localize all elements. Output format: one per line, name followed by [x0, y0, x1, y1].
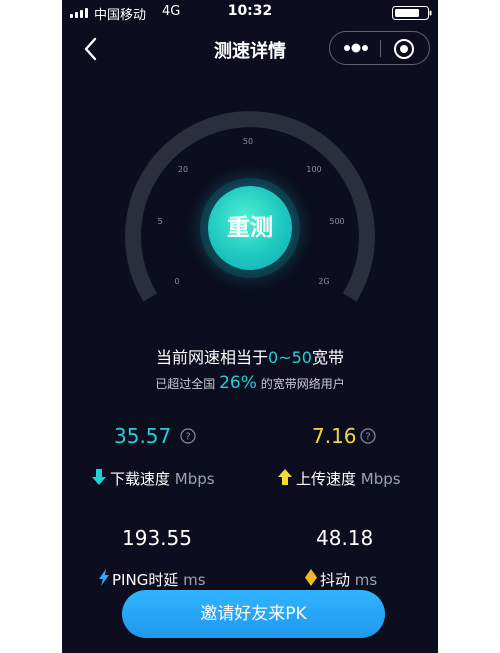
- help-icon[interactable]: ?: [180, 428, 196, 444]
- gauge-tick-100: 100: [306, 165, 321, 174]
- phone-screen: 中国移动 4G 10:32 测速详情 0 5 20 50 100 500 2G …: [62, 0, 438, 653]
- status-bar: 中国移动 4G 10:32: [62, 0, 438, 24]
- nav-bar: 测速详情: [62, 28, 438, 72]
- gauge-tick-500: 500: [329, 217, 344, 226]
- jitter-label: 抖动 ms: [320, 571, 378, 589]
- download-speed-value: 35.57: [114, 424, 172, 448]
- download-arrow-icon: [92, 469, 106, 485]
- ping-label: PING时延 ms: [112, 571, 206, 589]
- lightning-icon: [99, 569, 109, 586]
- upload-speed-value: 7.16: [312, 424, 357, 448]
- summary-rank: 已超过全国 26% 的宽带网络用户: [155, 373, 345, 393]
- gauge-tick-2g: 2G: [318, 277, 329, 286]
- invite-friends-button[interactable]: 邀请好友来PK: [122, 590, 385, 638]
- rank-percent: 26%: [219, 373, 257, 393]
- status-time: 10:32: [227, 3, 273, 19]
- svg-text:?: ?: [185, 432, 190, 443]
- more-dots-icon[interactable]: [342, 41, 370, 55]
- bandwidth-range: 0~50: [268, 348, 312, 367]
- svg-text:?: ?: [365, 432, 370, 443]
- capsule-divider: [380, 40, 381, 57]
- upload-arrow-icon: [278, 469, 292, 485]
- retest-button[interactable]: 重测: [208, 186, 292, 270]
- jitter-diamond-icon: [305, 569, 317, 586]
- mini-program-capsule: [329, 31, 430, 65]
- jitter-value: 48.18: [316, 526, 374, 550]
- download-label: 下载速度 Mbps: [110, 470, 215, 488]
- gauge-tick-50: 50: [243, 137, 253, 146]
- help-icon[interactable]: ?: [360, 428, 376, 444]
- battery-icon: [392, 6, 432, 20]
- gauge-tick-5: 5: [157, 217, 162, 226]
- close-target-icon[interactable]: [393, 38, 415, 60]
- upload-label: 上传速度 Mbps: [296, 470, 401, 488]
- ping-value: 193.55: [122, 526, 192, 550]
- gauge-tick-20: 20: [178, 165, 188, 174]
- summary-bandwidth: 当前网速相当于0~50宽带: [156, 348, 344, 367]
- gauge-tick-0: 0: [174, 277, 179, 286]
